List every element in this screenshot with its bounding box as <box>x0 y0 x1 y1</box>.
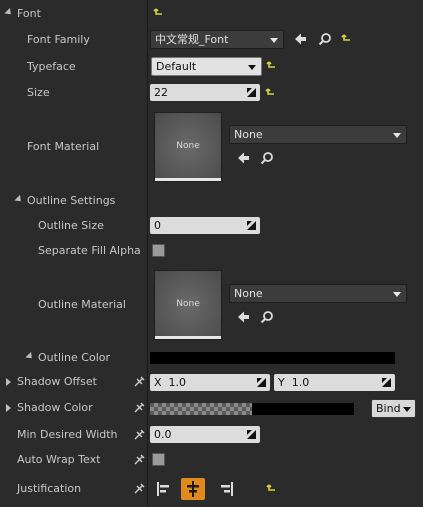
bind-button[interactable]: Bind <box>371 399 416 418</box>
outline-color-swatch[interactable] <box>150 352 395 364</box>
reset-to-default-icon[interactable] <box>265 87 277 99</box>
size-field[interactable]: 22 <box>150 84 260 101</box>
collapse-arrow-icon[interactable] <box>4 7 14 18</box>
reset-to-default-icon[interactable] <box>266 60 278 72</box>
font-material-label: Font Material <box>27 140 100 153</box>
shadow-color-swatch[interactable] <box>150 403 354 415</box>
size-label: Size <box>27 86 50 99</box>
shadow-color-label[interactable]: Shadow Color <box>17 401 93 415</box>
size-value: 22 <box>154 86 168 99</box>
drag-handle-icon[interactable] <box>247 88 256 97</box>
min-desired-width-value: 0.0 <box>154 428 172 441</box>
outline-size-value: 0 <box>154 219 161 232</box>
use-selected-arrow-icon[interactable] <box>293 32 307 46</box>
typeface-label: Typeface <box>27 60 76 73</box>
collapse-arrow-icon[interactable] <box>14 194 24 205</box>
font-family-label: Font Family <box>27 33 90 46</box>
separate-fill-alpha-label: Separate Fill Alpha <box>38 244 141 257</box>
bind-button-label: Bind <box>376 402 401 415</box>
outline-settings-label[interactable]: Outline Settings <box>27 194 115 208</box>
collapse-arrow-icon[interactable] <box>25 351 35 362</box>
outline-size-field[interactable]: 0 <box>150 217 260 234</box>
outline-size-label: Outline Size <box>38 219 104 232</box>
justify-center-button[interactable] <box>181 478 205 500</box>
auto-wrap-text-label: Auto Wrap Text <box>17 453 101 466</box>
align-right-icon <box>221 482 233 496</box>
typeface-combo[interactable]: Default <box>151 57 262 76</box>
outline-material-label: Outline Material <box>38 298 126 311</box>
x-axis-label: X <box>154 376 162 389</box>
drag-handle-icon[interactable] <box>247 221 256 230</box>
chevron-down-icon <box>270 38 278 43</box>
browse-search-icon[interactable] <box>318 32 332 46</box>
shadow-offset-y-value: 1.0 <box>291 376 310 389</box>
expand-arrow-icon[interactable] <box>6 404 11 412</box>
chevron-down-icon <box>403 407 411 412</box>
align-center-icon <box>187 481 199 497</box>
font-material-combo[interactable]: None <box>229 125 407 144</box>
drag-handle-icon[interactable] <box>382 378 391 387</box>
shadow-offset-x-value: 1.0 <box>168 376 187 389</box>
browse-search-icon[interactable] <box>260 310 274 324</box>
justification-label: Justification <box>17 482 82 495</box>
property-binding-icon[interactable] <box>133 402 145 414</box>
font-family-combo[interactable]: 中文常规_Font <box>150 30 284 49</box>
use-selected-arrow-icon[interactable] <box>236 310 250 324</box>
typeface-value: Default <box>156 60 197 73</box>
shadow-offset-x-field[interactable]: X 1.0 <box>150 374 270 391</box>
justify-left-button[interactable] <box>152 478 176 500</box>
expand-arrow-icon[interactable] <box>6 378 11 386</box>
thumbnail-text: None <box>176 141 200 151</box>
font-material-value: None <box>234 128 263 141</box>
use-selected-arrow-icon[interactable] <box>236 151 250 165</box>
outline-material-thumbnail[interactable]: None <box>154 270 222 340</box>
browse-search-icon[interactable] <box>260 151 274 165</box>
font-material-thumbnail[interactable]: None <box>154 112 222 182</box>
reset-to-default-icon[interactable] <box>266 483 278 495</box>
shadow-offset-y-field[interactable]: Y 1.0 <box>274 374 395 391</box>
outline-material-combo[interactable]: None <box>229 284 407 303</box>
alpha-checker-pattern <box>150 403 252 415</box>
font-section-label[interactable]: Font <box>17 7 41 21</box>
property-binding-icon[interactable] <box>133 376 145 388</box>
drag-handle-icon[interactable] <box>257 378 266 387</box>
y-axis-label: Y <box>278 376 285 389</box>
min-desired-width-field[interactable]: 0.0 <box>150 426 260 443</box>
font-family-value: 中文常规_Font <box>155 33 229 46</box>
property-binding-icon[interactable] <box>133 483 145 495</box>
outline-material-value: None <box>234 287 263 300</box>
separate-fill-alpha-checkbox[interactable] <box>152 244 165 257</box>
property-binding-icon[interactable] <box>133 454 145 466</box>
shadow-offset-label[interactable]: Shadow Offset <box>17 375 97 389</box>
chevron-down-icon <box>248 65 256 70</box>
column-divider[interactable] <box>147 0 148 507</box>
thumbnail-bar <box>155 336 221 339</box>
thumbnail-bar <box>155 178 221 181</box>
reset-to-default-icon[interactable] <box>341 33 353 45</box>
outline-color-label[interactable]: Outline Color <box>38 351 110 365</box>
align-left-icon <box>157 482 169 496</box>
chevron-down-icon <box>393 292 401 297</box>
min-desired-width-label: Min Desired Width <box>17 428 118 441</box>
chevron-down-icon <box>393 133 401 138</box>
reset-to-default-icon[interactable] <box>153 7 165 19</box>
auto-wrap-text-checkbox[interactable] <box>152 453 165 466</box>
thumbnail-text: None <box>176 299 200 309</box>
property-binding-icon[interactable] <box>133 429 145 441</box>
drag-handle-icon[interactable] <box>247 430 256 439</box>
justify-right-button[interactable] <box>214 478 238 500</box>
